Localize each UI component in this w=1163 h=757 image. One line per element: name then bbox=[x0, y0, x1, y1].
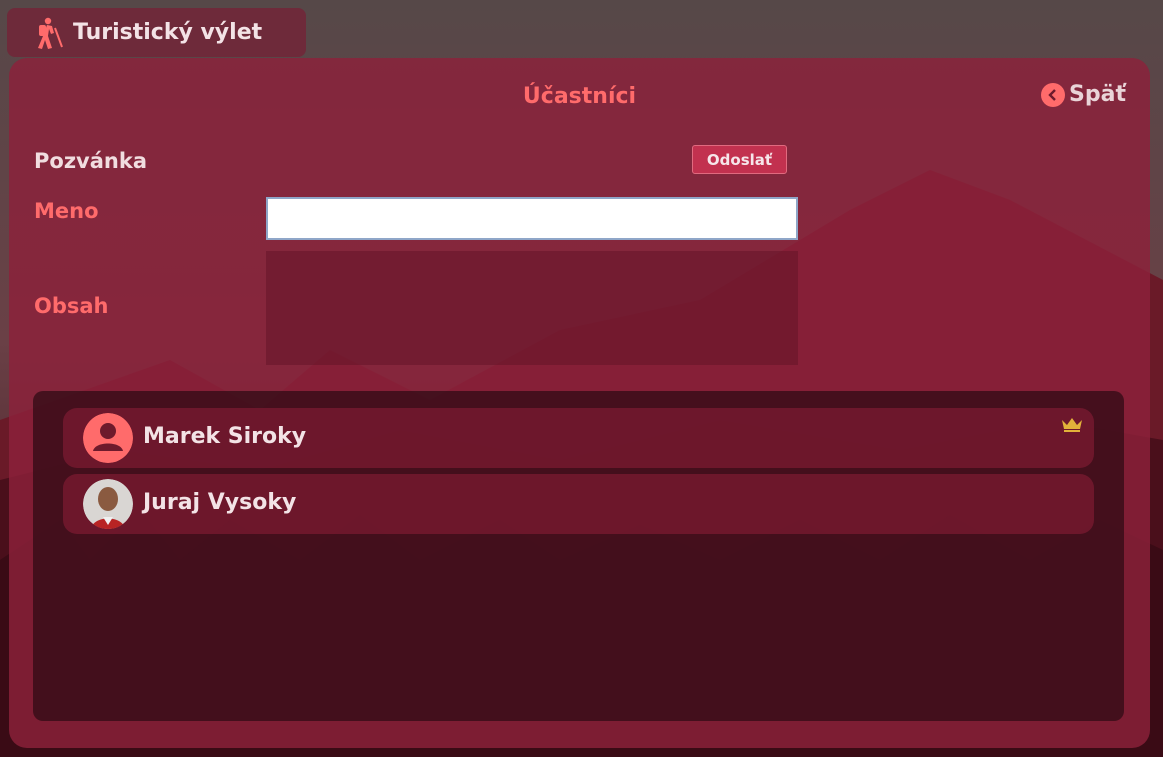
default-user-icon bbox=[83, 413, 133, 463]
invite-heading: Pozvánka bbox=[34, 149, 147, 173]
content-label: Obsah bbox=[34, 294, 109, 318]
send-button[interactable]: Odoslať bbox=[692, 145, 787, 174]
app-title: Turistický výlet bbox=[73, 20, 263, 45]
content-textarea[interactable] bbox=[266, 251, 798, 365]
name-label: Meno bbox=[34, 199, 99, 223]
app-title-tab: Turistický výlet bbox=[7, 8, 306, 57]
name-input[interactable] bbox=[266, 197, 798, 240]
crown-icon bbox=[1062, 418, 1082, 432]
user-photo-avatar bbox=[83, 479, 133, 529]
participant-name: Juraj Vysoky bbox=[143, 490, 297, 515]
back-label: Späť bbox=[1069, 82, 1126, 107]
participants-panel: Účastníci Späť Pozvánka Odoslať Meno Obs… bbox=[9, 58, 1150, 748]
back-button[interactable]: Späť bbox=[1041, 82, 1126, 107]
chevron-left-icon bbox=[1041, 82, 1066, 107]
participant-row[interactable]: Marek Siroky bbox=[63, 408, 1094, 468]
participant-list: Marek Siroky Juraj Vysoky bbox=[33, 391, 1124, 721]
page-title: Účastníci bbox=[522, 84, 637, 109]
participant-row[interactable]: Juraj Vysoky bbox=[63, 474, 1094, 534]
hiker-icon bbox=[38, 17, 63, 49]
participant-name: Marek Siroky bbox=[143, 424, 307, 449]
